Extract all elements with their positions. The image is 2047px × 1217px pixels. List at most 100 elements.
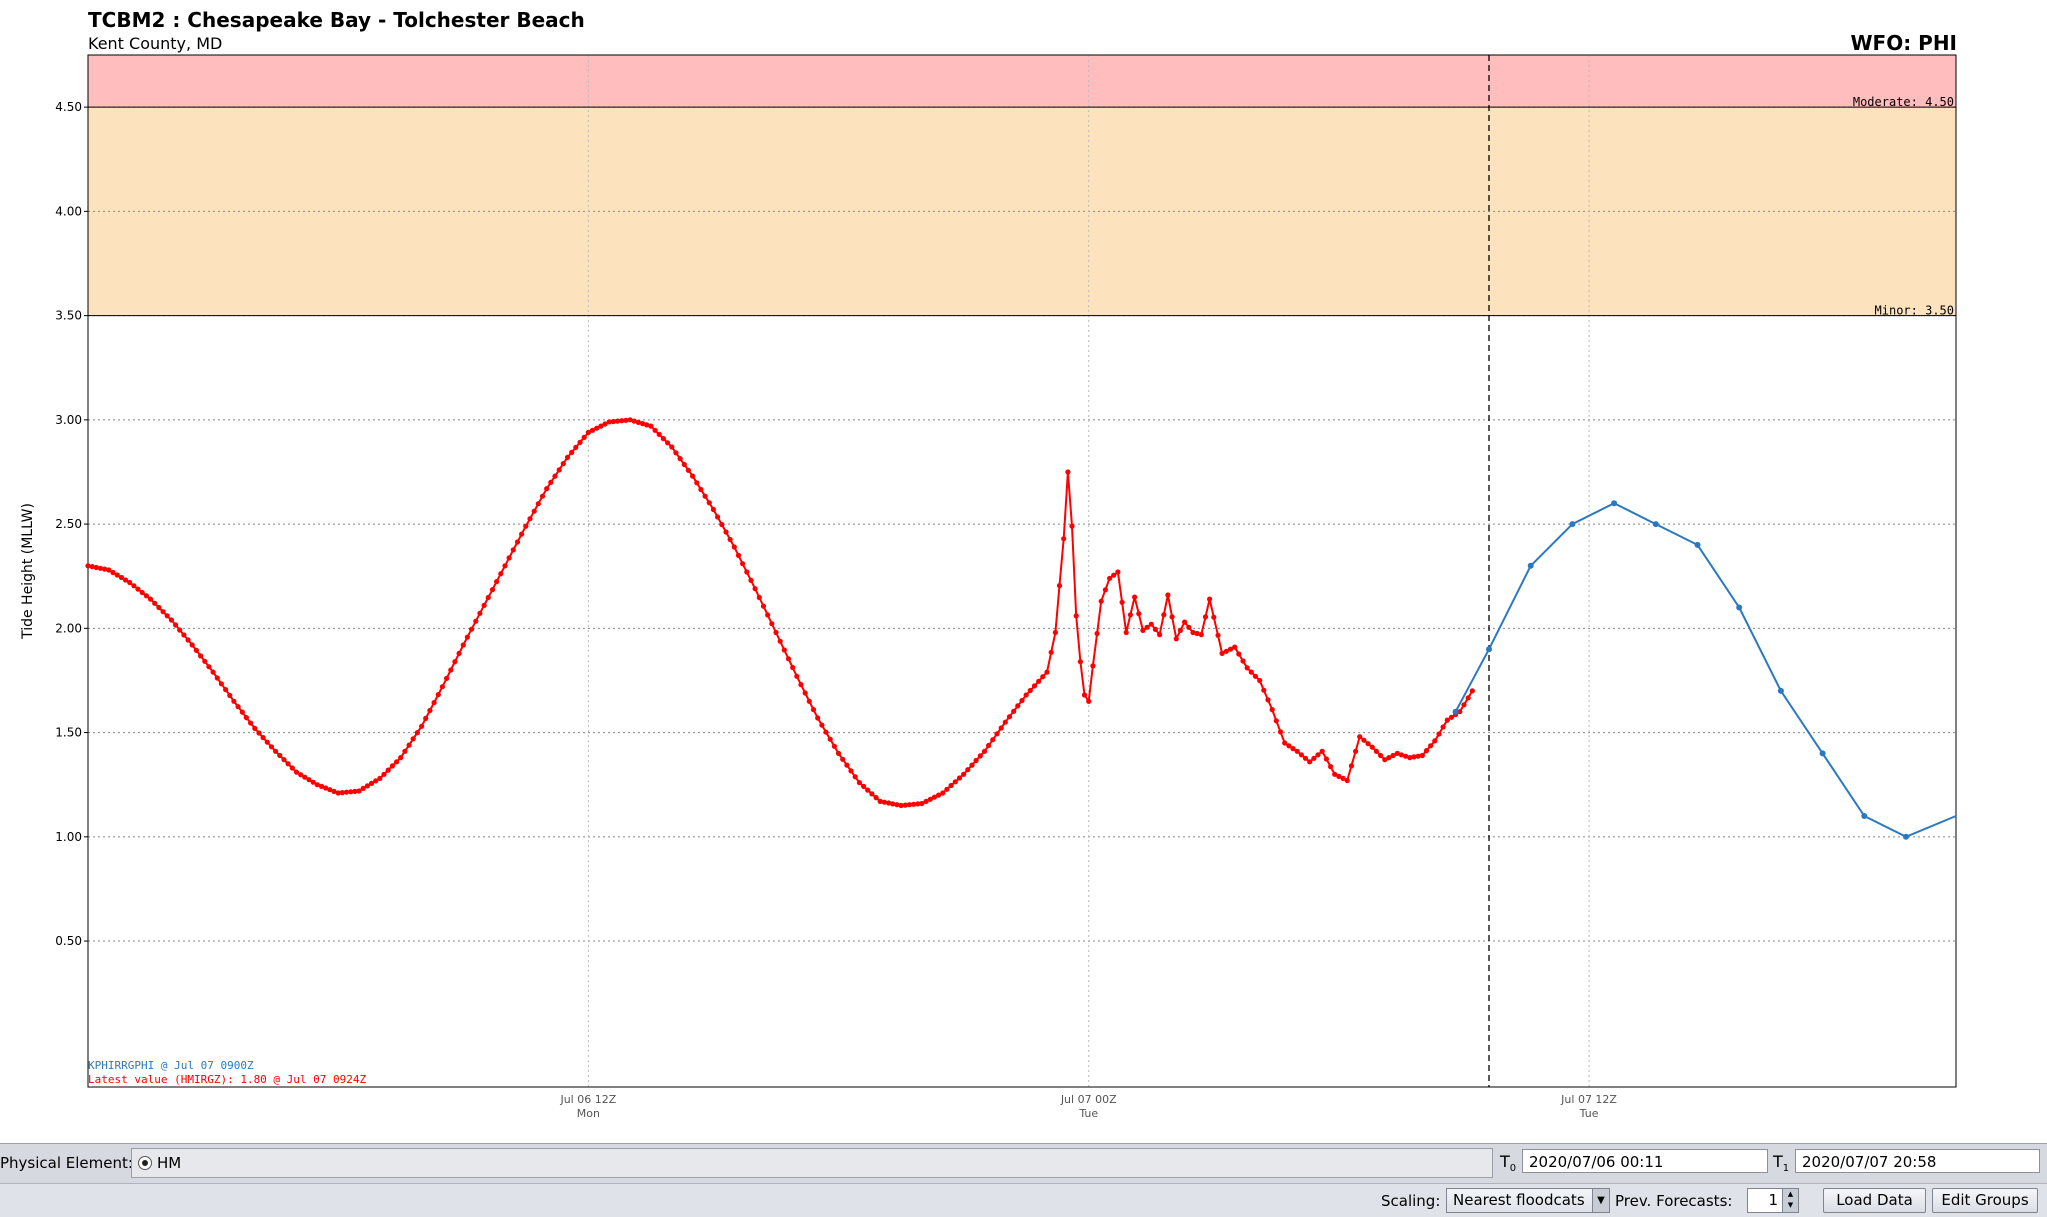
y-tick-label: 2.50 (55, 517, 82, 531)
observed-point (1119, 599, 1125, 605)
observed-point (506, 555, 512, 561)
prev-forecasts-stepper[interactable]: 1 ▲ ▼ (1747, 1188, 1799, 1213)
observed-point (1061, 536, 1067, 542)
observed-point (1277, 729, 1284, 735)
x-tick-sublabel: Tue (1579, 1107, 1599, 1120)
observed-point (1240, 658, 1246, 664)
observed-point (706, 500, 712, 506)
t1-input[interactable]: 2020/07/07 20:58 (1795, 1149, 2040, 1173)
observed-point (1031, 683, 1038, 689)
observed-point (1144, 624, 1150, 630)
observed-point (452, 659, 458, 665)
forecast-point (1903, 833, 1909, 840)
observed-point (1252, 673, 1259, 679)
observed-point (147, 596, 154, 602)
observed-point (427, 707, 433, 714)
t1-label: T1 (1773, 1152, 1790, 1175)
observed-point (1094, 630, 1100, 637)
observed-point (1052, 629, 1058, 636)
observed-point (1365, 741, 1371, 747)
forecast-point (1611, 500, 1618, 507)
observed-point (1373, 748, 1379, 754)
y-tick-label: 4.00 (55, 204, 82, 218)
observed-point (239, 709, 245, 715)
observed-point (673, 450, 679, 456)
observed-point (869, 791, 875, 797)
observed-point (777, 638, 783, 644)
scaling-select[interactable]: Nearest floodcats ▼ (1446, 1188, 1610, 1213)
observed-point (235, 704, 241, 710)
observed-point (1152, 626, 1158, 633)
y-tick-label: 0.50 (55, 934, 82, 948)
observed-point (865, 787, 871, 793)
observed-point (1056, 583, 1063, 589)
observed-point (685, 467, 692, 473)
observed-point (727, 536, 733, 543)
observed-point (385, 767, 391, 773)
observed-point (1428, 743, 1434, 749)
observed-point (502, 563, 508, 569)
observed-point (498, 571, 504, 577)
observed-point (1044, 669, 1050, 675)
observed-point (1353, 748, 1359, 754)
load-data-button[interactable]: Load Data (1823, 1188, 1926, 1213)
observed-point (1244, 665, 1250, 671)
observed-point (1215, 632, 1221, 638)
forecast-point (1861, 813, 1868, 819)
observed-point (519, 531, 525, 537)
t0-input[interactable]: 2020/07/06 00:11 (1522, 1149, 1768, 1173)
observed-point (1257, 677, 1263, 684)
observed-point (994, 731, 1000, 737)
y-tick-label: 1.50 (55, 726, 82, 740)
observed-point (1023, 692, 1029, 698)
observed-point (289, 765, 295, 771)
observed-point (1436, 731, 1442, 737)
observed-point (389, 763, 395, 769)
observed-point (218, 681, 224, 687)
observed-point (660, 436, 667, 442)
observed-point (861, 783, 867, 790)
observed-point (139, 589, 145, 596)
observed-point (852, 774, 858, 780)
observed-point (669, 444, 675, 450)
observed-point (840, 756, 846, 762)
observed-point (456, 650, 462, 657)
observed-point (127, 579, 133, 586)
observed-point (973, 757, 979, 764)
y-tick-label: 1.00 (55, 830, 82, 844)
prev-forecasts-label: Prev. Forecasts: (1615, 1192, 1733, 1210)
observed-point (414, 730, 420, 736)
edit-groups-button[interactable]: Edit Groups (1932, 1188, 2038, 1213)
observed-point (823, 729, 829, 735)
observed-point (394, 759, 400, 765)
stepper-arrows-icon[interactable]: ▲ ▼ (1782, 1189, 1798, 1212)
observed-point (448, 667, 454, 673)
observed-point (223, 687, 229, 693)
forecast-point (1527, 562, 1534, 569)
observed-point (952, 779, 958, 785)
observed-point (544, 486, 550, 492)
observed-point (281, 757, 287, 763)
observed-point (1236, 651, 1242, 657)
hm-radio-label[interactable]: HM (157, 1154, 181, 1172)
observed-point (1315, 752, 1321, 758)
observed-point (535, 501, 541, 507)
prev-forecasts-value: 1 (1768, 1191, 1778, 1209)
observed-point (1182, 619, 1188, 625)
observed-point (552, 473, 558, 479)
observed-point (419, 723, 425, 729)
observed-point (556, 467, 562, 473)
observed-point (756, 594, 762, 601)
observed-point (652, 427, 658, 433)
observed-point (177, 627, 183, 633)
observed-point (398, 755, 404, 761)
observed-point (1440, 724, 1446, 730)
observed-point (1311, 755, 1317, 761)
observed-point (1319, 748, 1325, 754)
observed-point (944, 786, 950, 792)
forecast-point (1486, 646, 1492, 653)
observed-point (665, 440, 671, 446)
forecast-point (1777, 687, 1784, 694)
hm-radio[interactable] (138, 1156, 152, 1170)
observed-point (1369, 744, 1375, 750)
